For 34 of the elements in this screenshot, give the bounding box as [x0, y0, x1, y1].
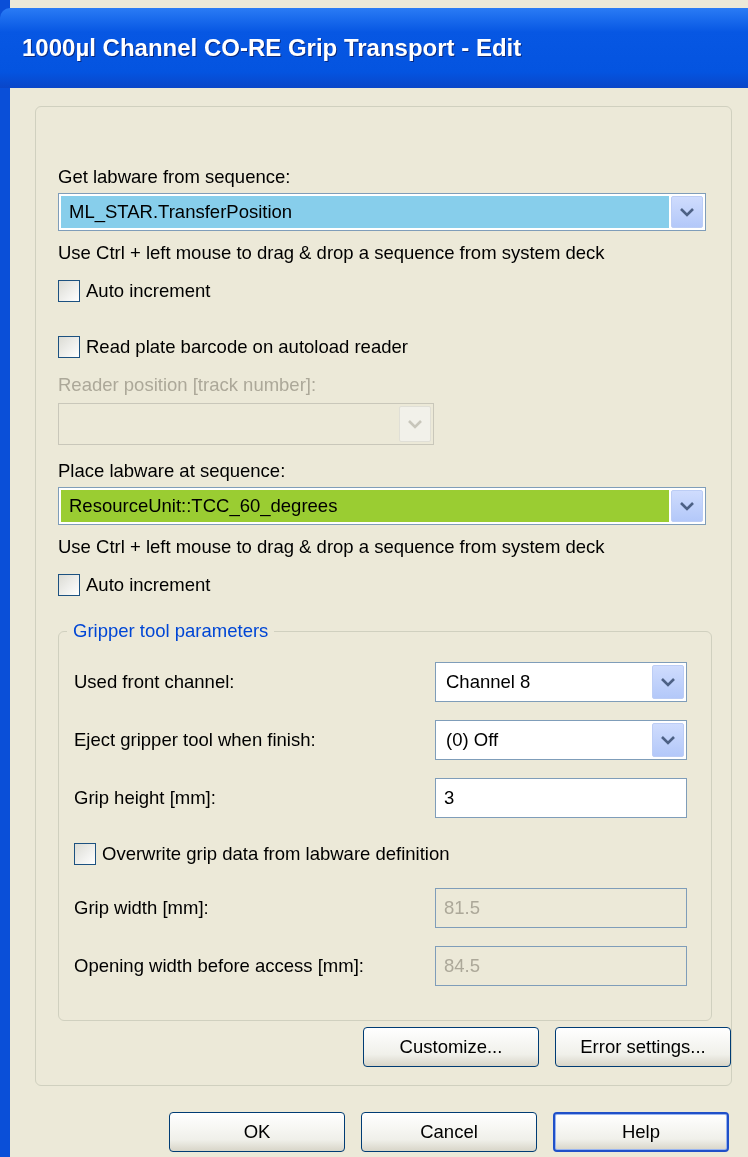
checkbox-label: Auto increment [86, 573, 211, 597]
dialog-button[interactable]: Customize... [363, 1027, 539, 1067]
field-label: Reader position [track number]: [58, 373, 318, 397]
sequence-dropdown[interactable]: ResourceUnit::TCC_60_degrees [58, 487, 706, 525]
hint-text: Use Ctrl + left mouse to drag & drop a sequence from system deck [58, 535, 606, 559]
dialog-button[interactable]: Error settings... [555, 1027, 731, 1067]
field-label: Grip width [mm]: [74, 896, 209, 920]
dropdown[interactable]: Channel 8 [435, 662, 687, 702]
dialog-button[interactable]: Help [553, 1112, 729, 1152]
dialog-button[interactable]: OK [169, 1112, 345, 1152]
chevron-icon [660, 676, 676, 688]
field-label: Opening width before access [mm]: [74, 954, 364, 978]
checkbox[interactable] [58, 574, 80, 596]
field-label: Grip height [mm]: [74, 786, 216, 810]
input-field[interactable]: 3 [435, 778, 687, 818]
checkbox[interactable] [58, 336, 80, 358]
dropdown[interactable]: (0) Off [435, 720, 687, 760]
checkbox[interactable] [58, 280, 80, 302]
field-label: Place labware at sequence: [58, 459, 287, 483]
checkbox-label: Auto increment [86, 279, 211, 303]
window-title: 1000µl Channel CO-RE Grip Transport - Edit [21, 34, 522, 62]
chevron-icon [679, 500, 695, 512]
chevron-icon [679, 206, 695, 218]
sequence-dropdown[interactable]: ML_STAR.TransferPosition [58, 193, 706, 231]
checkbox-label: Read plate barcode on autoload reader [86, 335, 408, 359]
field-label: Eject gripper tool when finish: [74, 728, 316, 752]
chevron-icon [407, 418, 423, 430]
field-label: Used front channel: [74, 670, 235, 694]
field-label: Get labware from sequence: [58, 165, 292, 189]
checkbox[interactable] [74, 843, 96, 865]
hint-text: Use Ctrl + left mouse to drag & drop a sequence from system deck [58, 241, 606, 265]
chevron-icon [660, 734, 676, 746]
checkbox-label: Overwrite grip data from labware definition [102, 842, 450, 866]
dialog-button[interactable]: Cancel [361, 1112, 537, 1152]
